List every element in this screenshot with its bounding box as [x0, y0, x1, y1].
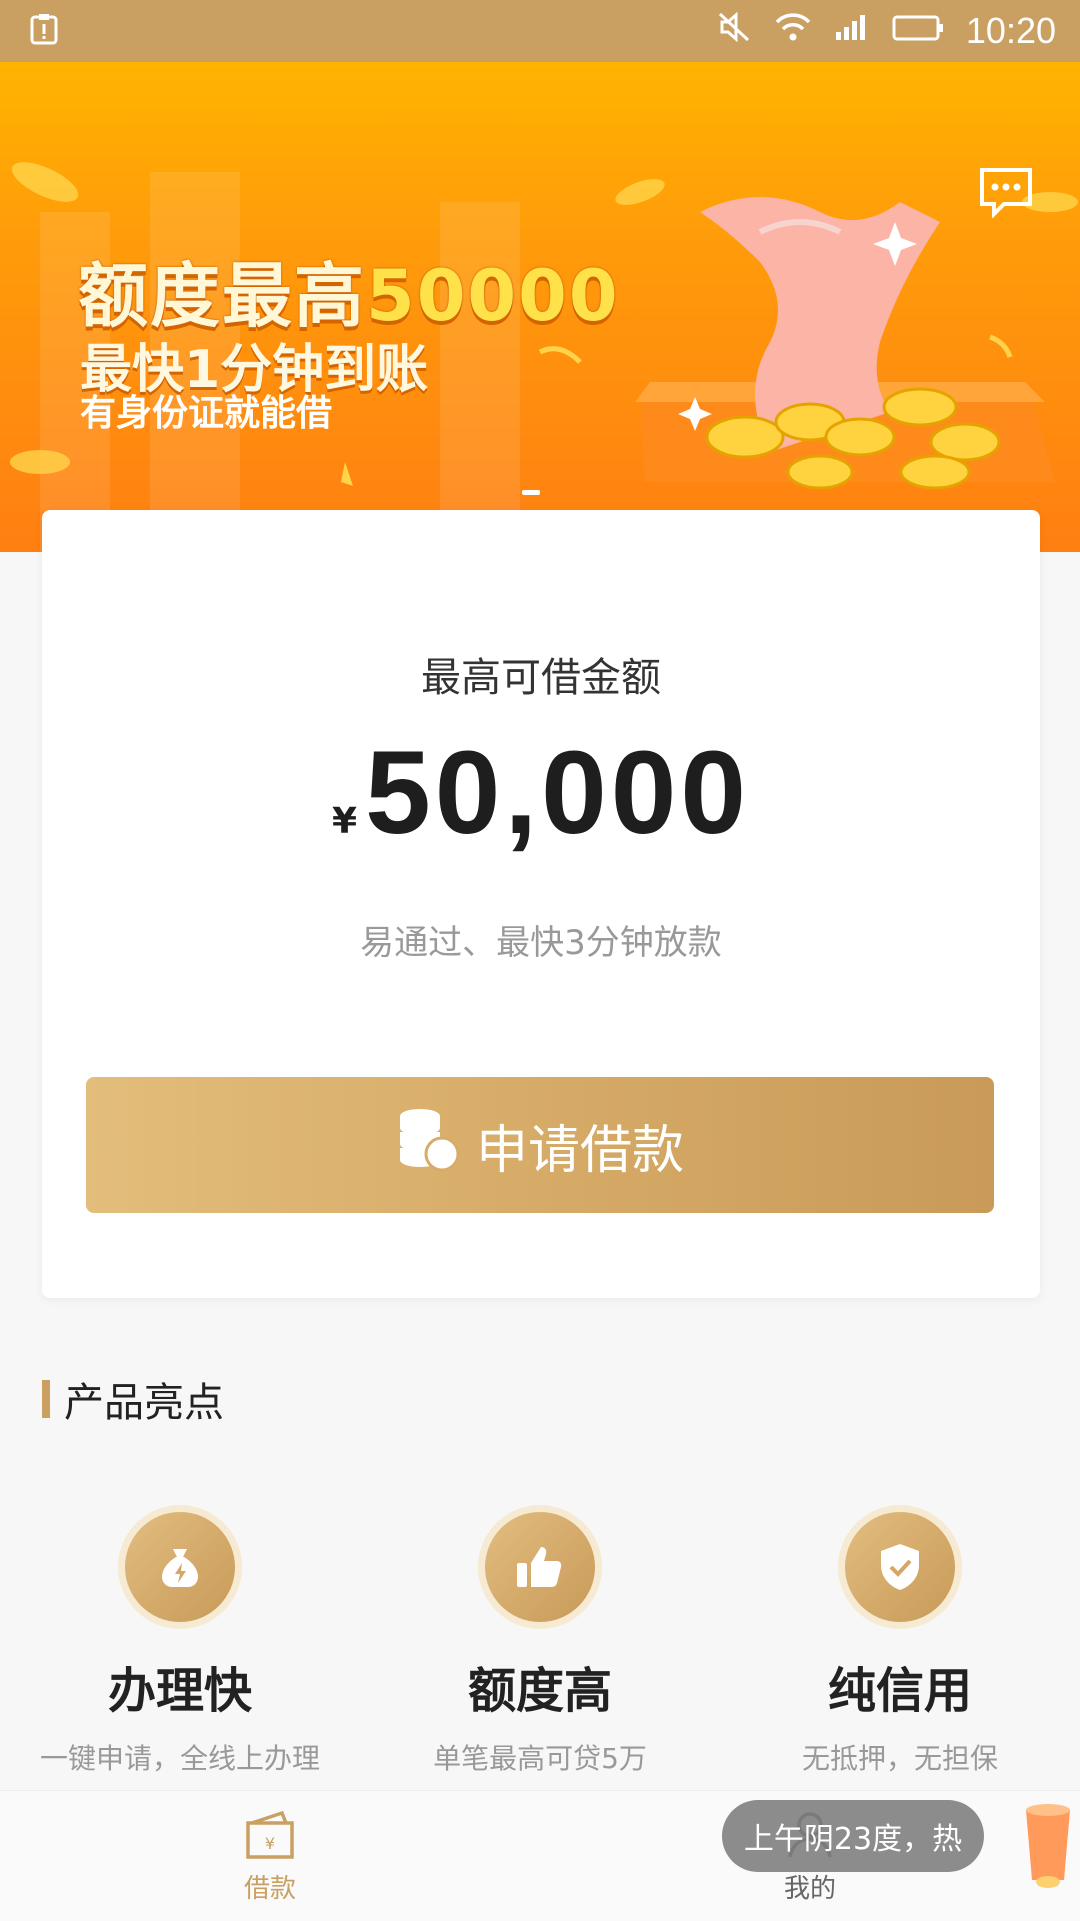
feature-high-limit: 额度高 单笔最高可贷5万 [360, 1505, 720, 1777]
tab-label: 我的 [783, 1874, 836, 1904]
banner-title: 额度最高50000 [78, 255, 620, 337]
max-amount: ¥50,000 [42, 725, 1040, 861]
highlights-list: 办理快 一键申请，全线上办理 额度高 单笔最高可贷5万 纯信用 无抵押，无担保 [0, 1505, 1080, 1785]
svg-text:¥: ¥ [265, 1834, 275, 1853]
tab-label: 借款 [243, 1874, 296, 1904]
apply-loan-label: 申请借款 [475, 1120, 684, 1181]
promo-banner[interactable]: 额度最高50000 最快1分钟到账 有身份证就能借 [0, 62, 1080, 552]
feature-title: 额度高 [467, 1663, 612, 1719]
weather-toast[interactable]: 上午阴23度，热 [722, 1800, 984, 1872]
banner-tagline: 有身份证就能借 [80, 393, 333, 434]
clock: 10:20 [965, 10, 1056, 51]
highlights-header: 产品亮点 [42, 1370, 224, 1428]
signal-icon [834, 11, 870, 51]
highlights-title: 产品亮点 [64, 1380, 224, 1426]
max-amount-label: 最高可借金额 [421, 655, 661, 701]
feature-fast: 办理快 一键申请，全线上办理 [0, 1505, 360, 1777]
coin-stack-icon [396, 1106, 460, 1185]
money-bag-bolt-icon [125, 1512, 235, 1622]
loan-card: 最高可借金额 ¥50,000 易通过、最快3分钟放款 申请借款 [42, 510, 1040, 1298]
loan-description: 易通过、最快3分钟放款 [360, 923, 722, 963]
message-icon[interactable] [978, 166, 1034, 222]
wallet-yen-icon: ¥ [170, 1809, 370, 1868]
feature-pure-credit: 纯信用 无抵押，无担保 [720, 1505, 1080, 1777]
feature-subtitle: 无抵押，无担保 [801, 1742, 998, 1775]
wifi-icon [774, 11, 812, 51]
battery-icon [892, 11, 944, 51]
section-accent-bar [42, 1380, 50, 1418]
amount-value: 50,000 [365, 727, 750, 859]
thumbs-up-icon [485, 1512, 595, 1622]
carousel-indicator [522, 490, 540, 495]
shield-check-icon [845, 1512, 955, 1622]
apply-loan-button[interactable]: 申请借款 [86, 1077, 994, 1213]
status-bar: 10:20 [0, 0, 1080, 62]
feature-title: 办理快 [107, 1663, 252, 1719]
feature-title: 纯信用 [827, 1663, 972, 1719]
feature-subtitle: 单笔最高可贷5万 [433, 1742, 647, 1775]
feature-subtitle: 一键申请，全线上办理 [39, 1742, 320, 1775]
alert-notification-icon [30, 13, 58, 49]
lantern-icon[interactable] [1016, 1800, 1080, 1914]
tab-loan[interactable]: ¥ 借款 [170, 1809, 370, 1905]
mute-icon [718, 11, 752, 51]
currency-symbol: ¥ [332, 801, 358, 842]
